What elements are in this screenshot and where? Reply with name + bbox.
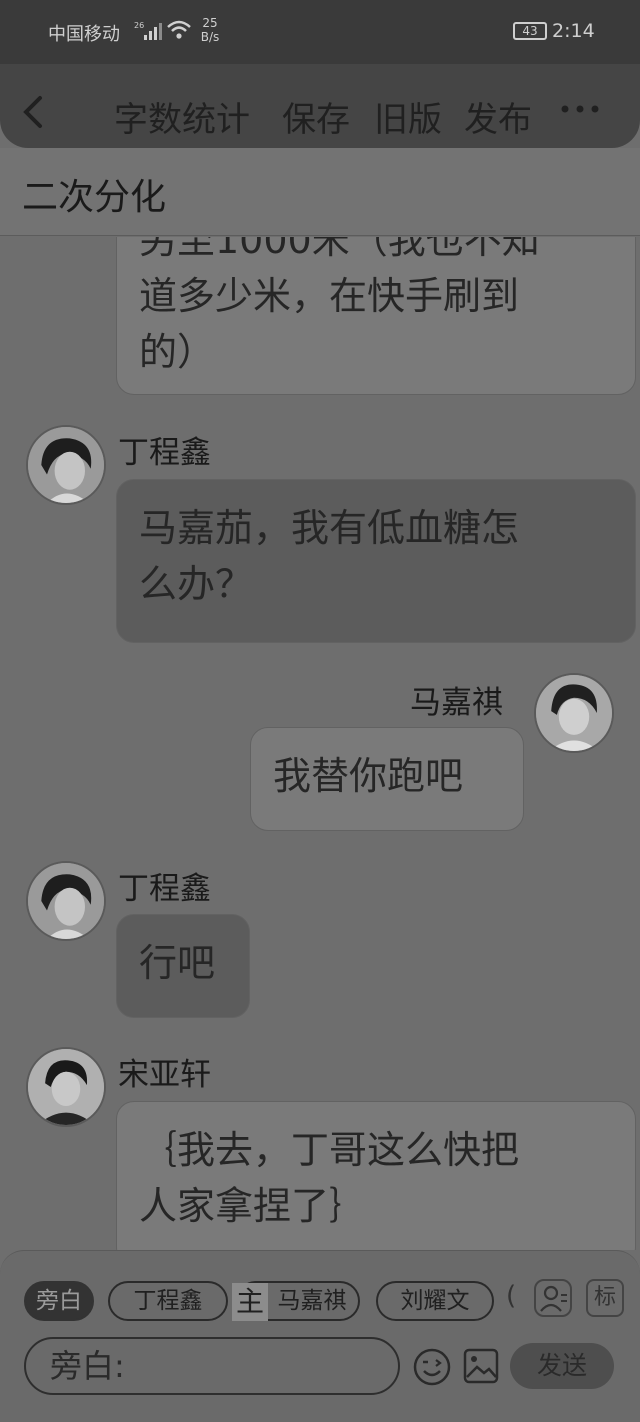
status-bar: 中国移动 26 25 B/s 43 2:14	[0, 0, 640, 64]
avatar[interactable]	[534, 673, 614, 753]
wifi-icon	[167, 20, 191, 39]
avatar-portrait-icon	[28, 1049, 104, 1125]
message-bubble[interactable]: 行吧	[116, 914, 250, 1018]
chat-area[interactable]: 另至1000米（我也不知 道多少米，在快手刷到 的） 丁程鑫 马嘉茄，我有低血糖…	[0, 237, 640, 1250]
avatar[interactable]	[26, 425, 106, 505]
network-label: 26	[134, 21, 144, 30]
message-line: 道多少米，在快手刷到	[139, 274, 520, 318]
message-bubble[interactable]: 另至1000米（我也不知 道多少米，在快手刷到 的）	[116, 237, 636, 395]
save-button[interactable]: 保存	[282, 92, 350, 141]
role-chip-narration[interactable]: 旁白	[24, 1281, 94, 1321]
message-line: 马嘉茄，我有低血糖怎	[139, 506, 520, 550]
more-icon[interactable]	[560, 104, 600, 114]
clock: 2:14	[552, 20, 595, 42]
message-line: 行吧	[139, 941, 216, 985]
avatar-portrait-icon	[536, 675, 612, 751]
carrier-label: 中国移动	[48, 24, 120, 45]
image-icon[interactable]	[462, 1347, 500, 1385]
speed-unit: B/s	[200, 30, 220, 44]
role-chip-ding[interactable]: 丁程鑫	[108, 1281, 228, 1321]
back-arrow-icon[interactable]	[18, 92, 48, 132]
publish-button[interactable]: 发布	[464, 92, 532, 141]
message-line: 的）	[139, 330, 216, 374]
tag-button[interactable]: 标	[586, 1279, 624, 1317]
speaker-name: 丁程鑫	[118, 435, 211, 471]
avatar-portrait-icon	[28, 427, 104, 503]
battery-icon: 43	[513, 22, 547, 40]
word-count-button[interactable]: 字数统计	[114, 92, 250, 141]
role-chip-liu[interactable]: 刘耀文	[376, 1281, 494, 1321]
emoji-icon[interactable]	[412, 1347, 452, 1387]
message-line: 我替你跑吧	[273, 754, 464, 798]
message-line: 人家拿捏了｝	[139, 1184, 368, 1228]
message-bubble[interactable]: ｛我去，丁哥这么快把 人家拿捏了｝	[116, 1101, 636, 1250]
message-line: ｛我去，丁哥这么快把	[139, 1128, 520, 1172]
role-chip-overflow: (	[506, 1281, 517, 1311]
role-manage-button[interactable]	[534, 1279, 572, 1317]
speaker-name: 马嘉祺	[410, 685, 503, 721]
composer-panel: 旁白 丁程鑫 马嘉祺 主 刘耀文 ( 标 旁白: 发送	[0, 1250, 640, 1422]
speaker-name: 丁程鑫	[118, 871, 211, 907]
person-icon	[540, 1285, 567, 1312]
avatar[interactable]	[26, 861, 106, 941]
message-bubble[interactable]: 我替你跑吧	[250, 727, 524, 831]
message-line: 么办？	[139, 562, 254, 606]
signal-icon: 26	[134, 21, 162, 40]
story-header: 二次分化	[0, 148, 640, 236]
speaker-name: 宋亚轩	[118, 1057, 211, 1093]
old-version-button[interactable]: 旧版	[374, 92, 442, 141]
message-input[interactable]: 旁白:	[24, 1337, 400, 1395]
avatar-portrait-icon	[28, 863, 104, 939]
message-bubble[interactable]: 马嘉茄，我有低血糖怎 么办？	[116, 479, 636, 643]
top-toolbar: 字数统计 保存 旧版 发布	[0, 64, 640, 148]
avatar[interactable]	[26, 1047, 106, 1127]
network-speed: 25 B/s	[198, 16, 222, 44]
message-line: 另至1000米（我也不知	[139, 237, 540, 262]
send-button[interactable]: 发送	[510, 1343, 614, 1389]
story-title[interactable]: 二次分化	[22, 168, 166, 220]
speed-value: 25	[202, 16, 218, 30]
main-role-tag: 主	[232, 1283, 268, 1321]
